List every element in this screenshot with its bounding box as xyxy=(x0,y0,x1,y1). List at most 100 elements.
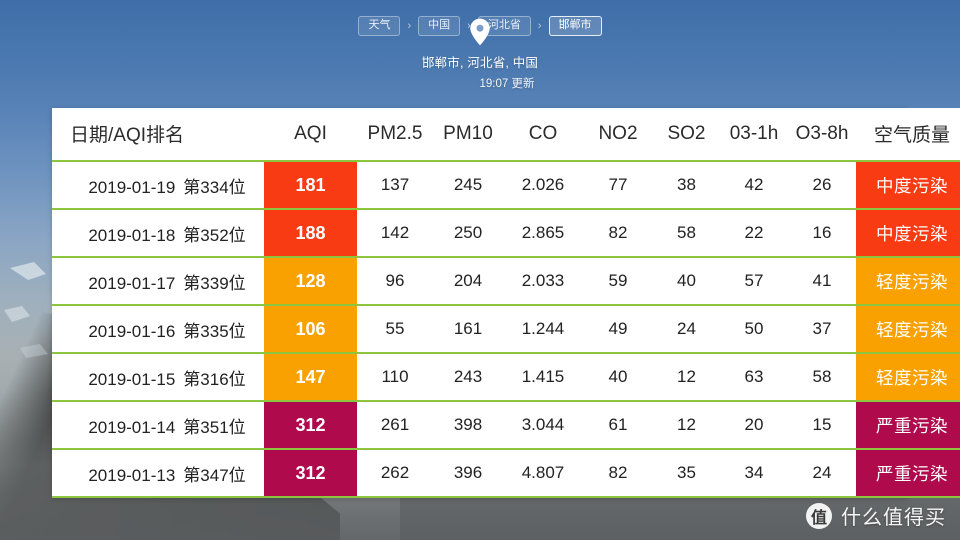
cell-pm10: 398 xyxy=(433,400,503,449)
column-header-o3-1h[interactable]: 03-1h xyxy=(720,108,788,161)
cell-so2: 35 xyxy=(653,448,720,498)
cell-aqi: 181 xyxy=(264,160,357,209)
cell-air-quality: 轻度污染 xyxy=(856,352,960,401)
cell-rank: 第352位 xyxy=(183,225,246,245)
cell-no2: 59 xyxy=(583,256,653,305)
table-row[interactable]: 2019-01-17 第339位 128 96 204 2.033 59 40 57 41 轻度污染 xyxy=(52,256,960,305)
cell-so2: 40 xyxy=(653,256,720,305)
cell-o3-8h: 37 xyxy=(788,304,856,353)
cell-o3-1h: 63 xyxy=(720,352,788,401)
breadcrumb-item-province[interactable]: 河北省 xyxy=(477,16,531,36)
cell-air-quality: 轻度污染 xyxy=(856,256,960,305)
cell-date-rank: 2019-01-17 第339位 xyxy=(52,256,264,305)
cell-pm25: 261 xyxy=(357,400,433,449)
column-header-pm25[interactable]: PM2.5 xyxy=(357,108,433,161)
cell-pm10: 250 xyxy=(433,208,503,257)
column-header-air-quality[interactable]: 空气质量 xyxy=(856,108,960,161)
air-quality-badge: 中度污染 xyxy=(856,210,960,256)
cell-air-quality: 中度污染 xyxy=(856,160,960,209)
air-quality-badge: 严重污染 xyxy=(856,402,960,448)
table-row[interactable]: 2019-01-14 第351位 312 261 398 3.044 61 12 20 15 严重污… xyxy=(52,400,960,449)
cell-air-quality: 严重污染 xyxy=(856,448,960,498)
column-header-co[interactable]: CO xyxy=(503,108,583,161)
table-row[interactable]: 2019-01-13 第347位 312 262 396 4.807 82 35 34 24 严重污… xyxy=(52,448,960,498)
table-header-row: 日期/AQI排名 AQI PM2.5 PM10 CO NO2 SO2 03-1h… xyxy=(52,108,960,161)
cell-o3-1h: 22 xyxy=(720,208,788,257)
cell-air-quality: 中度污染 xyxy=(856,208,960,257)
cell-co: 2.865 xyxy=(503,208,583,257)
cell-date: 2019-01-14 xyxy=(88,417,176,437)
aqi-value-badge: 312 xyxy=(264,402,357,448)
cell-pm25: 142 xyxy=(357,208,433,257)
column-header-so2[interactable]: SO2 xyxy=(653,108,720,161)
cell-so2: 58 xyxy=(653,208,720,257)
column-header-o3-8h[interactable]: O3-8h xyxy=(788,108,856,161)
cell-date: 2019-01-17 xyxy=(88,273,176,293)
cell-date-rank: 2019-01-16 第335位 xyxy=(52,304,264,353)
cell-so2: 38 xyxy=(653,160,720,209)
cell-co: 3.044 xyxy=(503,400,583,449)
cell-o3-1h: 34 xyxy=(720,448,788,498)
column-header-date-rank[interactable]: 日期/AQI排名 xyxy=(52,108,264,161)
cell-so2: 12 xyxy=(653,352,720,401)
breadcrumb-item-city[interactable]: 邯郸市 xyxy=(548,16,602,36)
cell-date: 2019-01-18 xyxy=(88,225,176,245)
table-header: 日期/AQI排名 AQI PM2.5 PM10 CO NO2 SO2 03-1h… xyxy=(52,108,960,161)
cell-o3-8h: 58 xyxy=(788,352,856,401)
cell-aqi: 128 xyxy=(264,256,357,305)
cell-air-quality: 严重污染 xyxy=(856,400,960,449)
cell-date: 2019-01-16 xyxy=(88,321,176,341)
air-quality-badge: 轻度污染 xyxy=(856,258,960,304)
column-header-no2[interactable]: NO2 xyxy=(583,108,653,161)
cell-date-rank: 2019-01-15 第316位 xyxy=(52,352,264,401)
cell-no2: 82 xyxy=(583,448,653,498)
breadcrumb-item-country[interactable]: 中国 xyxy=(418,16,461,36)
air-quality-badge: 轻度污染 xyxy=(856,306,960,352)
air-quality-badge: 严重污染 xyxy=(856,450,960,496)
cell-date-rank: 2019-01-13 第347位 xyxy=(52,448,264,498)
cell-no2: 49 xyxy=(583,304,653,353)
cell-co: 4.807 xyxy=(503,448,583,498)
table-row[interactable]: 2019-01-19 第334位 181 137 245 2.026 77 38 42 26 中度污… xyxy=(52,160,960,209)
cell-co: 1.415 xyxy=(503,352,583,401)
table-row[interactable]: 2019-01-15 第316位 147 110 243 1.415 40 12 63 58 轻度污… xyxy=(52,352,960,401)
aqi-value-badge: 147 xyxy=(264,354,357,400)
cell-date: 2019-01-15 xyxy=(88,369,176,389)
cell-pm25: 262 xyxy=(357,448,433,498)
cell-aqi: 147 xyxy=(264,352,357,401)
aqi-value-badge: 188 xyxy=(264,210,357,256)
cell-pm25: 137 xyxy=(357,160,433,209)
cell-rank: 第335位 xyxy=(183,321,246,341)
cell-rank: 第334位 xyxy=(183,177,246,197)
cell-no2: 82 xyxy=(583,208,653,257)
smzdm-logo-icon: 值 xyxy=(806,502,832,529)
cell-aqi: 312 xyxy=(264,400,357,449)
cell-date-rank: 2019-01-18 第352位 xyxy=(52,208,264,257)
cell-pm10: 396 xyxy=(433,448,503,498)
aqi-value-badge: 181 xyxy=(264,162,357,208)
cell-date-rank: 2019-01-14 第351位 xyxy=(52,400,264,449)
cell-o3-1h: 42 xyxy=(720,160,788,209)
cell-pm10: 161 xyxy=(433,304,503,353)
aqi-value-badge: 106 xyxy=(264,306,357,352)
column-header-pm10[interactable]: PM10 xyxy=(433,108,503,161)
air-quality-badge: 轻度污染 xyxy=(856,354,960,400)
cell-date-rank: 2019-01-19 第334位 xyxy=(52,160,264,209)
cell-aqi: 106 xyxy=(264,304,357,353)
table-row[interactable]: 2019-01-16 第335位 106 55 161 1.244 49 24 50 37 轻度污染 xyxy=(52,304,960,353)
column-header-aqi[interactable]: AQI xyxy=(264,108,357,161)
table-row[interactable]: 2019-01-18 第352位 188 142 250 2.865 82 58 22 16 中度污… xyxy=(52,208,960,257)
cell-o3-8h: 26 xyxy=(788,160,856,209)
breadcrumb-separator: › xyxy=(407,19,412,32)
cell-date: 2019-01-19 xyxy=(88,177,176,197)
breadcrumb-separator: › xyxy=(537,19,542,32)
cell-o3-1h: 57 xyxy=(720,256,788,305)
cell-pm10: 204 xyxy=(433,256,503,305)
breadcrumb: 天气 › 中国 › 河北省 › 邯郸市 xyxy=(0,16,960,36)
cell-so2: 24 xyxy=(653,304,720,353)
breadcrumb-item-weather[interactable]: 天气 xyxy=(358,16,401,36)
cell-pm10: 243 xyxy=(433,352,503,401)
aqi-table-container: 日期/AQI排名 AQI PM2.5 PM10 CO NO2 SO2 03-1h… xyxy=(52,108,960,498)
cell-pm25: 110 xyxy=(357,352,433,401)
table-body: 2019-01-19 第334位 181 137 245 2.026 77 38 42 26 中度污… xyxy=(52,160,960,498)
